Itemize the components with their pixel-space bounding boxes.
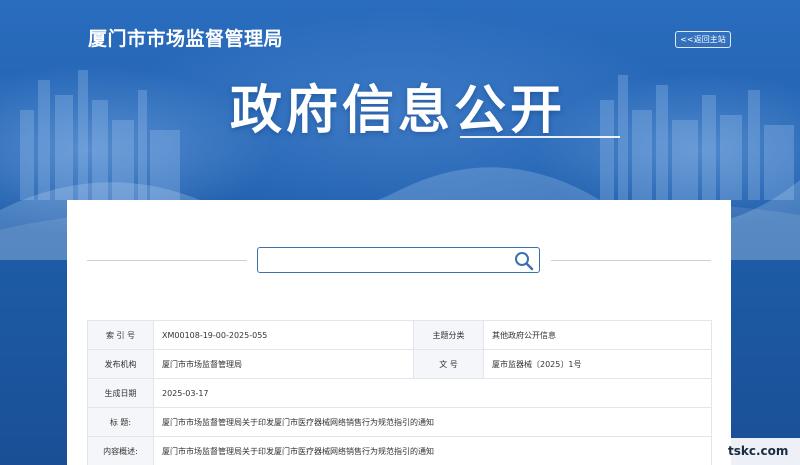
title-value: 厦门市市场监督管理局关于印发厦门市医疗器械网络销售行为规范指引的通知: [153, 407, 712, 437]
doc-no-value: 厦市监器械〔2025〕1号: [483, 349, 712, 379]
search-box: [257, 247, 540, 273]
table-row: 内容概述: 厦门市市场监督管理局关于印发厦门市医疗器械网络销售行为规范指引的通知: [87, 436, 712, 465]
doc-no-label: 文 号: [413, 349, 484, 379]
content-panel: 索 引 号 XM00108-19-00-2025-055 主题分类 其他政府公开…: [67, 200, 731, 465]
publisher-value: 厦门市市场监督管理局: [153, 349, 414, 379]
date-value: 2025-03-17: [153, 378, 712, 408]
summary-label: 内容概述:: [87, 436, 154, 465]
table-row: 发布机构 厦门市市场监督管理局 文 号 厦市监器械〔2025〕1号: [87, 349, 712, 379]
date-label: 生成日期: [87, 378, 154, 408]
table-row: 生成日期 2025-03-17: [87, 378, 712, 408]
table-row: 标 题: 厦门市市场监督管理局关于印发厦门市医疗器械网络销售行为规范指引的通知: [87, 407, 712, 437]
back-home-button[interactable]: <<返回主站: [675, 31, 731, 48]
table-row: 索 引 号 XM00108-19-00-2025-055 主题分类 其他政府公开…: [87, 320, 712, 350]
divider-left: [87, 260, 247, 261]
topic-value: 其他政府公开信息: [483, 320, 712, 350]
index-value: XM00108-19-00-2025-055: [153, 320, 414, 350]
summary-value: 厦门市市场监督管理局关于印发厦门市医疗器械网络销售行为规范指引的通知: [153, 436, 712, 465]
search-input[interactable]: [262, 250, 507, 270]
search-icon[interactable]: [514, 251, 534, 271]
topic-label: 主题分类: [413, 320, 484, 350]
index-label: 索 引 号: [87, 320, 154, 350]
info-table: 索 引 号 XM00108-19-00-2025-055 主题分类 其他政府公开…: [87, 320, 712, 465]
divider-right: [551, 260, 711, 261]
hero-title: 政府信息公开: [230, 81, 567, 141]
publisher-label: 发布机构: [87, 349, 154, 379]
site-title[interactable]: 厦门市市场监督管理局: [88, 24, 283, 51]
title-label: 标 题:: [87, 407, 154, 437]
hero-underline: [460, 136, 620, 138]
watermark: tskc.com: [724, 438, 800, 465]
